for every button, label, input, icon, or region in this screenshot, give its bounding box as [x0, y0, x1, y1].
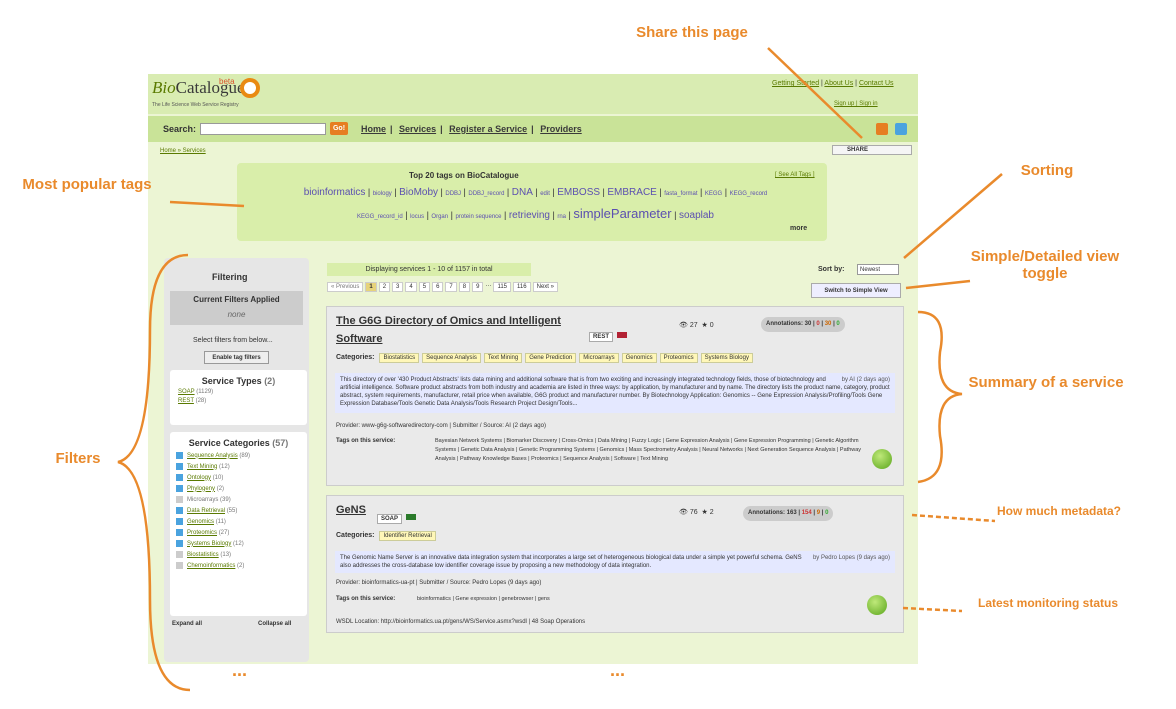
callout-monitoring: Latest monitoring status	[977, 596, 1118, 610]
callout-tags: Most popular tags	[22, 176, 152, 193]
callout-share: Share this page	[636, 24, 748, 41]
callout-toggle: Simple/Detailed view toggle	[970, 248, 1120, 282]
callout-metadata: How much metadata?	[996, 504, 1122, 518]
ellipsis-right: ...	[610, 660, 626, 680]
callout-sorting: Sorting	[1020, 162, 1074, 179]
callout-filters: Filters	[55, 450, 101, 467]
ellipsis-left: ...	[232, 660, 248, 680]
callout-summary: Summary of a service	[968, 374, 1124, 391]
